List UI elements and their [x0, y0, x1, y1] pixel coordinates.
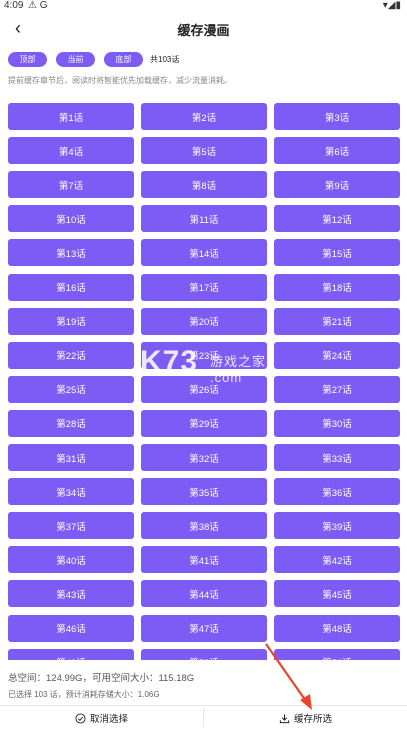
- episode-button[interactable]: 第41话: [141, 546, 267, 574]
- episode-button[interactable]: 第35话: [141, 478, 267, 506]
- episode-button[interactable]: 第39话: [274, 512, 400, 540]
- episode-button[interactable]: 第31话: [8, 444, 134, 471]
- episode-button[interactable]: 第32话: [141, 444, 267, 471]
- episode-button[interactable]: 第44话: [141, 580, 267, 608]
- episode-button[interactable]: 第3话: [274, 103, 400, 130]
- episode-button[interactable]: 第43话: [8, 580, 134, 608]
- episode-grid: 第1话 第2话 第3话 第4话 第5话 第6话 第7话 第8话 第9话 第10话 第11话 第12话第…: [8, 103, 402, 663]
- episode-button[interactable]: 第8话: [141, 171, 267, 199]
- action-bar: 取消选择 缓存所选: [0, 706, 407, 730]
- episode-button[interactable]: 第4话: [8, 137, 134, 165]
- jump-controls: 顶部 当前 底部 共103话: [8, 52, 179, 67]
- cache-selected-button[interactable]: 缓存所选: [204, 706, 407, 730]
- download-icon: [279, 713, 290, 723]
- episode-button[interactable]: 第48话: [274, 614, 400, 642]
- page-title: 缓存漫画: [177, 23, 230, 38]
- episode-button[interactable]: 第16话: [8, 273, 134, 301]
- episode-button[interactable]: 第26话: [141, 375, 267, 403]
- episode-button[interactable]: 第12话: [274, 205, 400, 233]
- episode-button[interactable]: 第15话: [274, 239, 400, 267]
- notification-icons: ⚠ G: [28, 0, 48, 11]
- episode-button[interactable]: 第24话: [274, 341, 400, 369]
- signal-battery-icons: ▾◢▮: [382, 0, 401, 11]
- episode-button[interactable]: 第36话: [274, 478, 400, 506]
- episode-button[interactable]: 第14话: [141, 239, 267, 267]
- episode-button[interactable]: 第21话: [274, 307, 400, 335]
- bottom-panel: 总空间：124.99G，可用空间大小：115.18G 已选择 103 话，预计消…: [0, 660, 407, 730]
- episode-button[interactable]: 第46话: [8, 614, 134, 642]
- cancel-selection-label: 取消选择: [89, 714, 128, 725]
- episode-button[interactable]: 第18话: [274, 273, 400, 301]
- episode-button[interactable]: 第5话: [141, 137, 267, 165]
- selected-summary-text: 已选择 103 话，预计消耗存储大小：1.06G: [8, 690, 160, 699]
- episode-button[interactable]: 第13话: [8, 239, 134, 267]
- episode-button[interactable]: 第47话: [141, 614, 267, 642]
- episode-button[interactable]: 第34话: [8, 478, 134, 506]
- episode-button[interactable]: 第27话: [274, 375, 400, 403]
- episode-button[interactable]: 第2话: [141, 103, 267, 130]
- episode-button[interactable]: 第20话: [141, 307, 267, 335]
- jump-top-button[interactable]: 顶部: [8, 52, 47, 67]
- episode-count: 共103话: [150, 55, 180, 64]
- cache-selected-label: 缓存所选: [293, 714, 332, 725]
- header: ‹ 缓存漫画: [0, 14, 407, 44]
- jump-current-button[interactable]: 当前: [56, 52, 95, 67]
- episode-button[interactable]: 第25话: [8, 375, 134, 403]
- episode-button[interactable]: 第29话: [141, 409, 267, 437]
- status-time: 4:09: [4, 0, 24, 11]
- cancel-selection-button[interactable]: 取消选择: [0, 706, 203, 730]
- episode-button[interactable]: 第17话: [141, 273, 267, 301]
- episode-button[interactable]: 第11话: [141, 205, 267, 233]
- episode-button[interactable]: 第23话: [141, 341, 267, 369]
- status-bar: 4:09 ⚠ G ▾◢▮: [0, 0, 407, 12]
- jump-bottom-button[interactable]: 底部: [104, 52, 143, 67]
- episode-button[interactable]: 第40话: [8, 546, 134, 574]
- storage-space-text: 总空间：124.99G，可用空间大小：115.18G: [8, 673, 195, 684]
- episode-button[interactable]: 第1话: [8, 103, 134, 130]
- cache-hint-text: 提前缓存章节后，阅读时将智能优先加载缓存，减少流量消耗。: [8, 76, 232, 85]
- episode-button[interactable]: 第30话: [274, 409, 400, 437]
- episode-button[interactable]: 第37话: [8, 512, 134, 540]
- episode-button[interactable]: 第7话: [8, 171, 134, 199]
- check-circle-icon: [75, 712, 86, 724]
- episode-button[interactable]: 第10话: [8, 205, 134, 233]
- episode-button[interactable]: 第9话: [274, 171, 400, 199]
- episode-button[interactable]: 第6话: [274, 137, 400, 165]
- episode-button[interactable]: 第45话: [274, 580, 400, 608]
- episode-button[interactable]: 第22话: [8, 341, 134, 369]
- episode-button[interactable]: 第38话: [141, 512, 267, 540]
- episode-button[interactable]: 第33话: [274, 444, 400, 471]
- episode-button[interactable]: 第28话: [8, 409, 134, 437]
- episode-button[interactable]: 第42话: [274, 546, 400, 574]
- episode-button[interactable]: 第19话: [8, 307, 134, 335]
